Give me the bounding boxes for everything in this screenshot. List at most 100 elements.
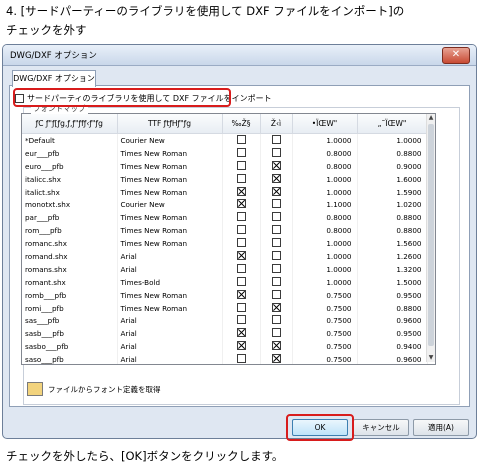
cell-ttf-font[interactable]: Times New Roman	[117, 301, 223, 315]
column-header-shx-font[interactable]: ƒC ƒ"ƒ[ƒg,ƒ,ƒ"ƒfƒ‹ƒ"ƒg	[22, 114, 118, 134]
checked-checkbox[interactable]	[271, 341, 281, 351]
unchecked-checkbox[interactable]	[236, 276, 246, 286]
cell-width-factor[interactable]: 0.8800	[357, 146, 428, 160]
table-row[interactable]: saso___pfb Arial 0.7500 0.9600	[22, 353, 428, 364]
unchecked-checkbox[interactable]	[271, 328, 281, 338]
cell-shx-font[interactable]: romb___pfb	[22, 288, 118, 302]
cell-italic-checkbox[interactable]	[260, 301, 293, 315]
scroll-up-arrow-icon[interactable]: ▲	[427, 114, 435, 122]
table-row[interactable]: eur___pfb Times New Roman 0.8000 0.8800	[22, 146, 428, 160]
table-row[interactable]: sasbo___pfb Arial 0.7500 0.9400	[22, 340, 428, 354]
cell-height-factor[interactable]: 1.0000	[292, 275, 358, 289]
unchecked-checkbox[interactable]	[236, 212, 246, 222]
unchecked-checkbox[interactable]	[271, 147, 281, 157]
unchecked-checkbox[interactable]	[271, 134, 281, 144]
cell-shx-font[interactable]: euro___pfb	[22, 159, 118, 173]
cell-italic-checkbox[interactable]	[260, 327, 293, 341]
checked-checkbox[interactable]	[271, 173, 281, 183]
unchecked-checkbox[interactable]	[236, 302, 246, 312]
unchecked-checkbox[interactable]	[271, 263, 281, 273]
table-row[interactable]: monotxt.shx Courier New 1.1000 1.0200	[22, 198, 428, 212]
table-row[interactable]: sas___pfb Arial 0.7500 0.9600	[22, 314, 428, 328]
cell-height-factor[interactable]: 0.7500	[292, 301, 358, 315]
cell-width-factor[interactable]: 1.3200	[357, 262, 428, 276]
cell-ttf-font[interactable]: Times New Roman	[117, 237, 223, 251]
scroll-down-arrow-icon[interactable]: ▼	[427, 354, 435, 362]
cell-italic-checkbox[interactable]	[260, 211, 293, 225]
cell-ttf-font[interactable]: Arial	[117, 327, 223, 341]
cell-ttf-font[interactable]: Arial	[117, 314, 223, 328]
unchecked-checkbox[interactable]	[271, 289, 281, 299]
cell-shx-font[interactable]: romi___pfb	[22, 301, 118, 315]
cell-italic-checkbox[interactable]	[260, 146, 293, 160]
table-row[interactable]: romb___pfb Times New Roman 0.7500 0.9500	[22, 288, 428, 302]
table-row[interactable]: romand.shx Arial 1.0000 1.2600	[22, 250, 428, 263]
checked-checkbox[interactable]	[236, 341, 246, 351]
unchecked-checkbox[interactable]	[271, 238, 281, 248]
cell-ttf-font[interactable]: Arial	[117, 340, 223, 354]
cell-height-factor[interactable]: 0.8000	[292, 211, 358, 225]
cell-italic-checkbox[interactable]	[260, 250, 293, 263]
cell-width-factor[interactable]: 1.2600	[357, 250, 428, 263]
checked-checkbox[interactable]	[271, 354, 281, 364]
cell-shx-font[interactable]: rom___pfb	[22, 224, 118, 238]
unchecked-checkbox[interactable]	[271, 212, 281, 222]
unchecked-checkbox[interactable]	[271, 250, 281, 260]
cell-italic-checkbox[interactable]	[260, 275, 293, 289]
cell-shx-font[interactable]: sas___pfb	[22, 314, 118, 328]
checked-checkbox[interactable]	[271, 186, 281, 196]
cell-bold-checkbox[interactable]	[222, 275, 261, 289]
cell-shx-font[interactable]: saso___pfb	[22, 353, 118, 364]
table-row[interactable]: *Default Courier New 1.0000 1.0000	[22, 133, 428, 147]
cell-height-factor[interactable]: 0.7500	[292, 327, 358, 341]
cell-width-factor[interactable]: 1.0000	[357, 133, 428, 147]
cell-italic-checkbox[interactable]	[260, 340, 293, 354]
table-row[interactable]: italicc.shx Times New Roman 1.0000 1.6000	[22, 172, 428, 186]
checked-checkbox[interactable]	[236, 186, 246, 196]
cell-bold-checkbox[interactable]	[222, 353, 261, 364]
cell-shx-font[interactable]: romans.shx	[22, 262, 118, 276]
cell-shx-font[interactable]: par___pfb	[22, 211, 118, 225]
table-row[interactable]: par___pfb Times New Roman 0.8000 0.8800	[22, 211, 428, 225]
cell-height-factor[interactable]: 1.0000	[292, 172, 358, 186]
column-header-ttf-font[interactable]: TTF ƒtƒHƒ"ƒg	[117, 114, 223, 134]
cell-height-factor[interactable]: 0.7500	[292, 353, 358, 364]
cell-height-factor[interactable]: 1.0000	[292, 237, 358, 251]
checked-checkbox[interactable]	[236, 289, 246, 299]
checked-checkbox[interactable]	[271, 160, 281, 170]
cell-ttf-font[interactable]: Times New Roman	[117, 146, 223, 160]
cell-shx-font[interactable]: eur___pfb	[22, 146, 118, 160]
cell-shx-font[interactable]: romanc.shx	[22, 237, 118, 251]
cell-width-factor[interactable]: 0.9500	[357, 327, 428, 341]
cell-italic-checkbox[interactable]	[260, 288, 293, 302]
cell-shx-font[interactable]: italicc.shx	[22, 172, 118, 186]
column-header-height-factor[interactable]: •ÏŒW"	[292, 114, 358, 134]
cell-ttf-font[interactable]: Courier New	[117, 133, 223, 147]
cell-ttf-font[interactable]: Arial	[117, 262, 223, 276]
cell-ttf-font[interactable]: Times New Roman	[117, 172, 223, 186]
cell-italic-checkbox[interactable]	[260, 314, 293, 328]
cell-height-factor[interactable]: 0.7500	[292, 314, 358, 328]
cell-bold-checkbox[interactable]	[222, 146, 261, 160]
cell-height-factor[interactable]: 0.8000	[292, 146, 358, 160]
unchecked-checkbox[interactable]	[271, 276, 281, 286]
cell-shx-font[interactable]: italict.shx	[22, 185, 118, 199]
scroll-thumb[interactable]	[428, 124, 434, 346]
table-row[interactable]: sasb___pfb Arial 0.7500 0.9500	[22, 327, 428, 341]
cell-bold-checkbox[interactable]	[222, 198, 261, 212]
cell-shx-font[interactable]: sasbo___pfb	[22, 340, 118, 354]
cell-ttf-font[interactable]: Times New Roman	[117, 185, 223, 199]
cell-width-factor[interactable]: 1.5000	[357, 275, 428, 289]
table-row[interactable]: romi___pfb Times New Roman 0.7500 0.8800	[22, 301, 428, 315]
cell-italic-checkbox[interactable]	[260, 353, 293, 364]
cell-height-factor[interactable]: 0.7500	[292, 288, 358, 302]
cell-bold-checkbox[interactable]	[222, 301, 261, 315]
unchecked-checkbox[interactable]	[236, 173, 246, 183]
unchecked-checkbox[interactable]	[236, 225, 246, 235]
cell-bold-checkbox[interactable]	[222, 159, 261, 173]
cancel-button[interactable]: キャンセル	[353, 419, 409, 436]
column-header-bold[interactable]: ‰Ž§	[222, 114, 261, 134]
cell-ttf-font[interactable]: Times-Bold	[117, 275, 223, 289]
table-row[interactable]: italict.shx Times New Roman 1.0000 1.5900	[22, 185, 428, 199]
unchecked-checkbox[interactable]	[271, 225, 281, 235]
